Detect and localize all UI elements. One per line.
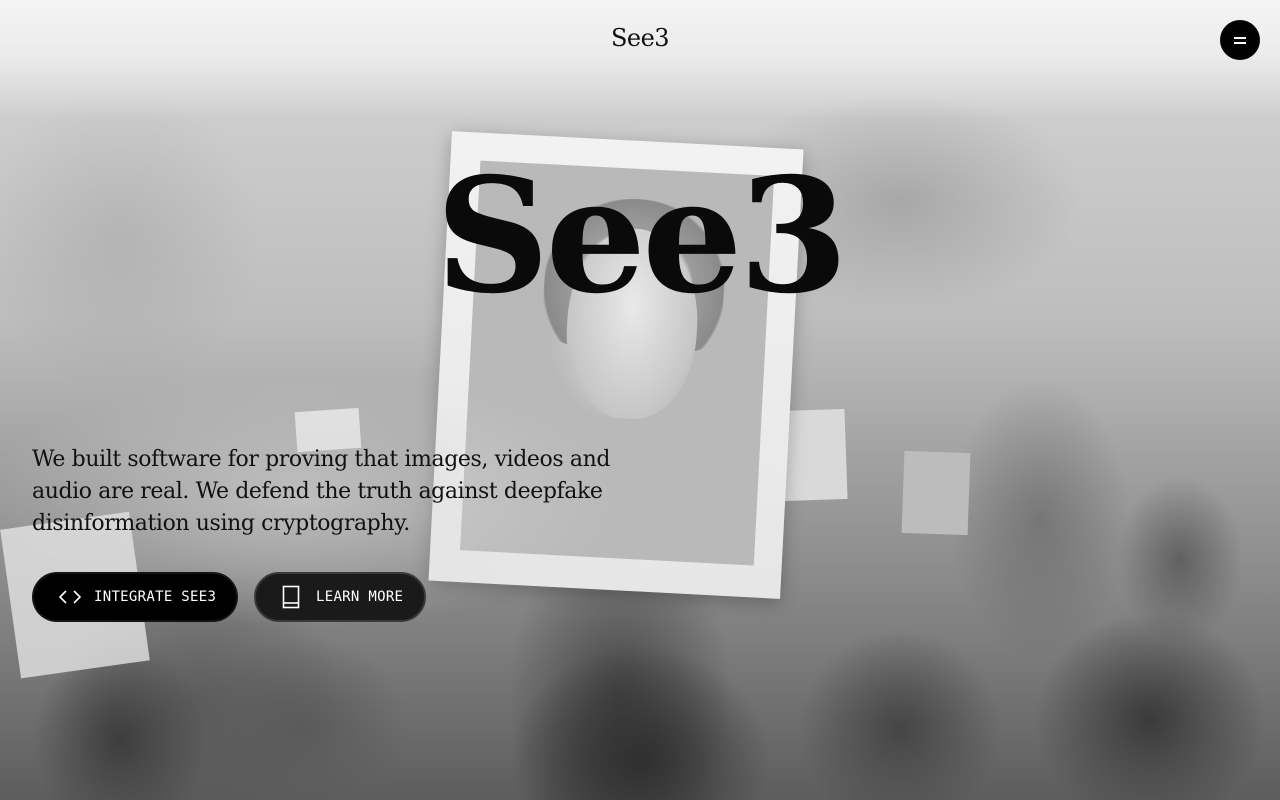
menu-button[interactable] — [1220, 20, 1260, 60]
site-header: See3 — [0, 0, 1280, 80]
brand-logo[interactable]: See3 — [0, 24, 1280, 52]
book-icon — [282, 585, 300, 609]
integrate-button[interactable]: INTEGRATE SEE3 — [32, 572, 238, 622]
learn-more-button-label: LEARN MORE — [316, 589, 404, 605]
hero-tagline: We built software for proving that image… — [32, 447, 611, 536]
learn-more-button[interactable]: LEARN MORE — [254, 572, 426, 622]
hamburger-icon — [1234, 36, 1246, 44]
protest-sign — [901, 450, 971, 536]
hero-title: See3 — [435, 144, 848, 329]
integrate-button-label: INTEGRATE SEE3 — [94, 589, 217, 605]
code-brackets-icon — [58, 589, 82, 605]
hero-background-photo — [0, 0, 1280, 800]
